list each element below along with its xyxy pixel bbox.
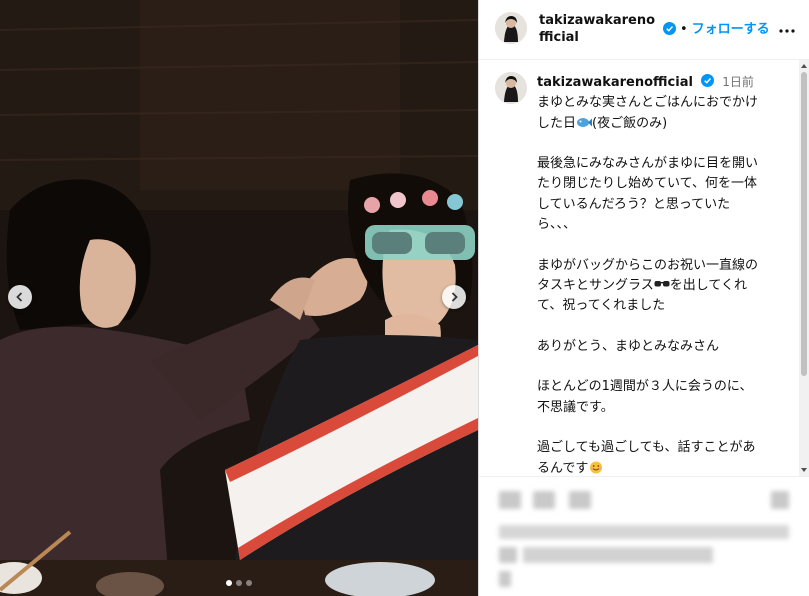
caption-line [537, 357, 790, 377]
caption-text-segment: 過ごしても過ごしても、話すことがあ [537, 440, 756, 456]
caption-line [537, 418, 790, 438]
carousel-dot [226, 580, 232, 586]
caption-line: ら、、、 [537, 215, 790, 235]
carousel-dot [246, 580, 252, 586]
caption-line: しているんだろう？と思っていた [537, 195, 790, 215]
avatar[interactable] [495, 12, 527, 44]
blurred-region [479, 477, 809, 596]
caption-line: 不思議です。 [537, 398, 790, 418]
scrollbar-thumb[interactable] [801, 72, 807, 376]
post-actions-blurred [479, 476, 809, 596]
comments-area[interactable]: takizawakarenofficial 1日前 まゆとみな実さんとごはんにお… [479, 60, 809, 476]
caption-line: ほとんどの1週間が３人に会うのに、 [537, 377, 790, 397]
smiling-face-emoji-icon [588, 461, 604, 476]
scroll-up-arrow-icon[interactable] [801, 64, 807, 68]
caption-line: ありがとう、まゆとみなみさん [537, 337, 790, 357]
caption-line [537, 317, 790, 337]
caption-line: たり閉じたりし始めていて、何を一体 [537, 174, 790, 194]
caption-text-segment: 不思議です。 [537, 399, 614, 415]
caption-text-segment: て、祝ってくれました [537, 298, 666, 314]
verified-badge-icon [663, 22, 676, 35]
chevron-left-icon [14, 291, 26, 303]
carousel-dot [236, 580, 242, 586]
fish-emoji-icon [576, 116, 593, 131]
caption-line: した日 (夜ご飯のみ) [537, 114, 790, 134]
carousel-indicator [0, 580, 478, 586]
caption-line [537, 134, 790, 154]
chevron-right-icon [448, 291, 460, 303]
caption-text-segment: タスキとサングラス [537, 277, 654, 293]
more-options-button[interactable] [775, 24, 799, 38]
caption-text-segment: を出してくれ [669, 277, 747, 293]
caption-text-segment: しているんだろう？と思っていた [537, 196, 731, 212]
post-header: takizawakarenofficial • フォローする [479, 0, 809, 60]
caption-text-segment: まゆがバッグからこのお祝い一直線の [537, 257, 759, 273]
scroll-down-arrow-icon[interactable] [801, 468, 807, 472]
header-separator: • [680, 22, 688, 37]
caption: takizawakarenofficial 1日前 まゆとみな実さんとごはんにお… [479, 60, 809, 476]
instagram-post-window: takizawakarenofficial • フォローする takizawak… [0, 0, 809, 596]
verified-badge-icon [701, 74, 715, 87]
caption-line [537, 235, 790, 255]
caption-line: て、祝ってくれました [537, 296, 790, 316]
caption-line: まゆがバッグからこのお祝い一直線の [537, 256, 790, 276]
caption-text-segment: ありがとう、まゆとみなみさん [537, 338, 720, 354]
caption-text-segment: した日 [537, 115, 577, 131]
caption-text: まゆとみな実さんとごはんにおでかけ した日 (夜ご飯のみ) 最後急にみなみさんがまゆに… [537, 93, 790, 476]
caption-line: るんです [537, 459, 790, 476]
caption-text-segment: 最後急にみなみさんがまゆに目を開い [537, 156, 759, 172]
caption-line: タスキとサングラス を出してくれ [537, 276, 790, 296]
previous-photo-button[interactable] [8, 285, 32, 309]
caption-line: 最後急にみなみさんがまゆに目を開い [537, 154, 790, 174]
caption-text-segment: ほとんどの1週間が３人に会うのに、 [537, 379, 753, 395]
more-options-icon [779, 29, 795, 33]
caption-text-segment: (夜ご飯のみ) [592, 115, 668, 131]
caption-timestamp[interactable]: 1日前 [722, 75, 754, 89]
caption-line: まゆとみな実さんとごはんにおでかけ [537, 93, 790, 113]
caption-text-segment: たり閉じたりし始めていて、何を一体 [537, 176, 757, 192]
caption-username[interactable]: takizawakarenofficial [537, 75, 693, 90]
next-photo-button[interactable] [442, 285, 466, 309]
comments-scrollbar[interactable] [799, 60, 809, 476]
sunglasses-emoji-icon [654, 278, 670, 293]
follow-button[interactable]: フォローする [692, 22, 770, 38]
caption-text-segment: るんです [537, 460, 589, 476]
photo-scene [0, 0, 478, 596]
header-username[interactable]: takizawakarenofficial [539, 12, 657, 46]
post-photo[interactable] [0, 0, 478, 596]
caption-body: takizawakarenofficial 1日前 まゆとみな実さんとごはんにお… [537, 72, 790, 476]
caption-text-segment: ら、、、 [537, 217, 577, 233]
caption-line: 過ごしても過ごしても、話すことがあ [537, 438, 790, 458]
post-side-panel: takizawakarenofficial • フォローする takizawak… [478, 0, 809, 596]
caption-avatar[interactable] [495, 72, 527, 104]
caption-text-segment: まゆとみな実さんとごはんにおでかけ [537, 95, 759, 111]
